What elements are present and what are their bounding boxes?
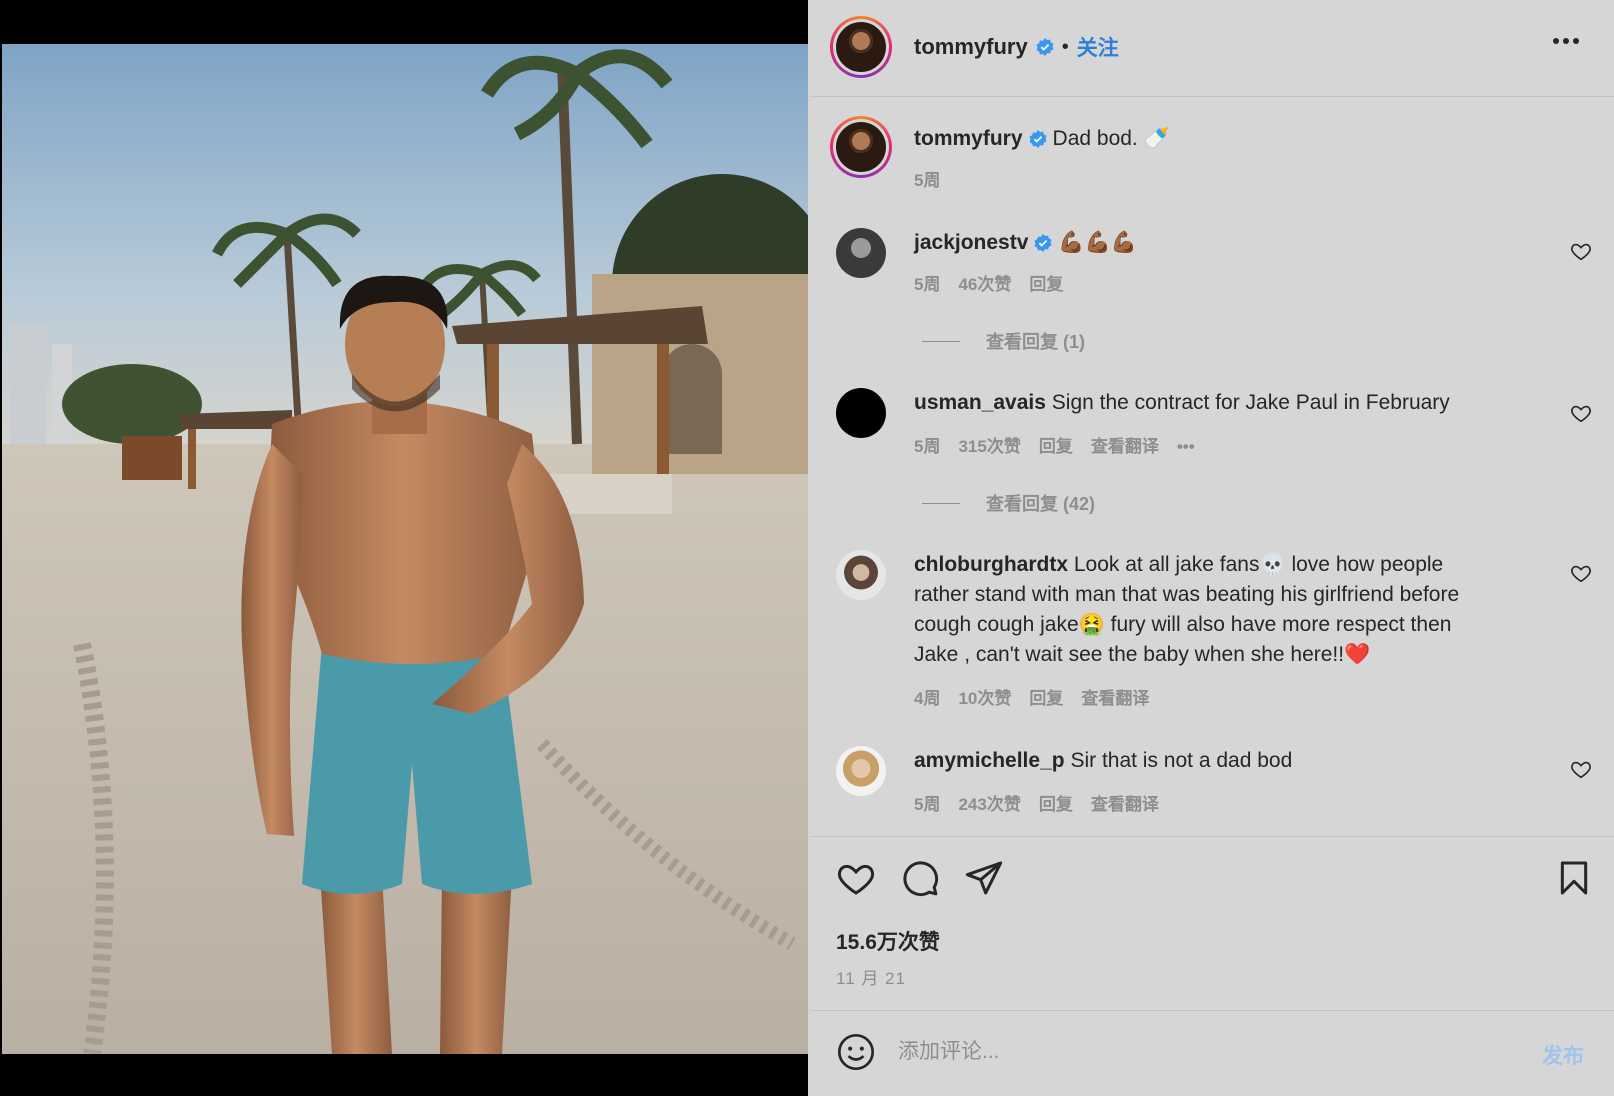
post-media bbox=[0, 0, 808, 1096]
caption-time[interactable]: 5周 bbox=[914, 171, 940, 190]
comment-username[interactable]: usman_avais bbox=[914, 391, 1046, 414]
caption-author-avatar[interactable] bbox=[830, 116, 892, 178]
view-replies-button[interactable]: 查看回复 (42) bbox=[922, 490, 1095, 516]
comment-text: Sign the contract for Jake Paul in Febru… bbox=[1051, 391, 1450, 414]
more-options-icon[interactable] bbox=[1552, 36, 1580, 46]
reply-button[interactable]: 回复 bbox=[1029, 689, 1063, 708]
post-header: tommyfury • 关注 bbox=[810, 0, 1614, 96]
comment-like-heart-icon[interactable] bbox=[1570, 562, 1592, 584]
header-separator: • bbox=[1061, 35, 1069, 58]
likes-count[interactable]: 15.6万次赞 bbox=[836, 926, 940, 956]
comment-username[interactable]: chloburghardtx bbox=[914, 553, 1068, 576]
comment-text: 💪🏾💪🏾💪🏾 bbox=[1058, 231, 1137, 254]
comment-input[interactable] bbox=[898, 1032, 1478, 1072]
bookmark-icon[interactable] bbox=[1554, 858, 1594, 898]
replies-line bbox=[922, 502, 960, 504]
view-replies-label: 查看回复 (1) bbox=[986, 332, 1085, 352]
author-avatar[interactable] bbox=[830, 16, 892, 78]
comment-row: usman_avais Sign the contract for Jake P… bbox=[914, 388, 1450, 418]
actions-divider bbox=[810, 836, 1614, 837]
translate-button[interactable]: 查看翻译 bbox=[1091, 795, 1159, 814]
commenter-avatar[interactable] bbox=[836, 550, 886, 600]
caption-username[interactable]: tommyfury bbox=[914, 124, 1023, 154]
add-comment-bar: 发布 bbox=[810, 1010, 1614, 1096]
heart-icon[interactable] bbox=[836, 858, 876, 898]
header-divider bbox=[810, 96, 1614, 97]
emoji-icon[interactable] bbox=[836, 1032, 876, 1072]
reply-button[interactable]: 回复 bbox=[1029, 275, 1063, 294]
post-comment-button[interactable]: 发布 bbox=[1542, 1040, 1584, 1070]
comment-likes[interactable]: 243次赞 bbox=[958, 795, 1020, 814]
header-author-row: tommyfury • 关注 bbox=[914, 32, 1119, 62]
view-replies-label: 查看回复 (42) bbox=[986, 494, 1096, 514]
verified-badge-icon bbox=[1034, 234, 1052, 252]
verified-badge-icon bbox=[1029, 130, 1046, 148]
comment-text-line: Jake , can't wait see the baby when she … bbox=[914, 643, 1371, 666]
comment-time[interactable]: 5周 bbox=[914, 437, 940, 456]
comment-meta: 5周 315次赞 回复 查看翻译 ••• bbox=[914, 432, 1213, 457]
share-icon[interactable] bbox=[964, 858, 1004, 898]
follow-button[interactable]: 关注 bbox=[1077, 32, 1119, 62]
comment-likes[interactable]: 10次赞 bbox=[958, 689, 1011, 708]
verified-badge-icon bbox=[1036, 38, 1054, 56]
comment-row: amymichelle_p Sir that is not a dad bod bbox=[914, 746, 1292, 776]
replies-line bbox=[922, 340, 960, 342]
caption: tommyfury Dad bod. 🍼 bbox=[914, 124, 1170, 154]
post-details-panel: tommyfury • 关注 tommyfury Dad bod. 🍼 5周 j… bbox=[810, 0, 1614, 1096]
comment-more-button[interactable]: ••• bbox=[1177, 437, 1195, 456]
comment-like-heart-icon[interactable] bbox=[1570, 240, 1592, 262]
comment-username[interactable]: amymichelle_p bbox=[914, 749, 1065, 772]
reply-button[interactable]: 回复 bbox=[1039, 437, 1073, 456]
comment-text: Sir that is not a dad bod bbox=[1070, 749, 1293, 772]
beach-photo-illustration bbox=[2, 44, 808, 1054]
comment-like-heart-icon[interactable] bbox=[1570, 402, 1592, 424]
comment-text-line: rather stand with man that was beating h… bbox=[914, 583, 1460, 606]
reply-button[interactable]: 回复 bbox=[1039, 795, 1073, 814]
comment-meta: 4周 10次赞 回复 查看翻译 bbox=[914, 684, 1167, 709]
post-date[interactable]: 11 月 21 bbox=[836, 964, 906, 989]
commenter-avatar[interactable] bbox=[836, 746, 886, 796]
view-replies-button[interactable]: 查看回复 (1) bbox=[922, 328, 1085, 354]
comment-time[interactable]: 5周 bbox=[914, 795, 940, 814]
post-photo[interactable] bbox=[2, 44, 808, 1054]
comment-like-heart-icon[interactable] bbox=[1570, 758, 1592, 780]
comment-meta: 5周 46次赞 回复 bbox=[914, 270, 1081, 295]
comment-icon[interactable] bbox=[900, 858, 940, 898]
comment-likes[interactable]: 46次赞 bbox=[958, 275, 1011, 294]
comment-time[interactable]: 4周 bbox=[914, 689, 940, 708]
commenter-avatar[interactable] bbox=[836, 388, 886, 438]
comment-text-line: Look at all jake fans💀 love how people bbox=[1073, 553, 1444, 576]
comment-likes[interactable]: 315次赞 bbox=[958, 437, 1020, 456]
comment-text-line: cough cough jake🤮 fury will also have mo… bbox=[914, 613, 1452, 636]
comment-meta: 5周 243次赞 回复 查看翻译 bbox=[914, 790, 1177, 815]
translate-button[interactable]: 查看翻译 bbox=[1081, 689, 1149, 708]
commenter-avatar[interactable] bbox=[836, 228, 886, 278]
comment-row: jackjonestv 💪🏾💪🏾💪🏾 bbox=[914, 228, 1137, 258]
header-username[interactable]: tommyfury bbox=[914, 34, 1028, 60]
translate-button[interactable]: 查看翻译 bbox=[1091, 437, 1159, 456]
caption-meta: 5周 bbox=[914, 166, 958, 191]
comment-username[interactable]: jackjonestv bbox=[914, 228, 1028, 258]
caption-text: Dad bod. 🍼 bbox=[1052, 127, 1170, 150]
comment-time[interactable]: 5周 bbox=[914, 275, 940, 294]
instagram-post-view: tommyfury • 关注 tommyfury Dad bod. 🍼 5周 j… bbox=[0, 0, 1614, 1096]
comment-row: chloburghardtx Look at all jake fans💀 lo… bbox=[914, 550, 1554, 670]
